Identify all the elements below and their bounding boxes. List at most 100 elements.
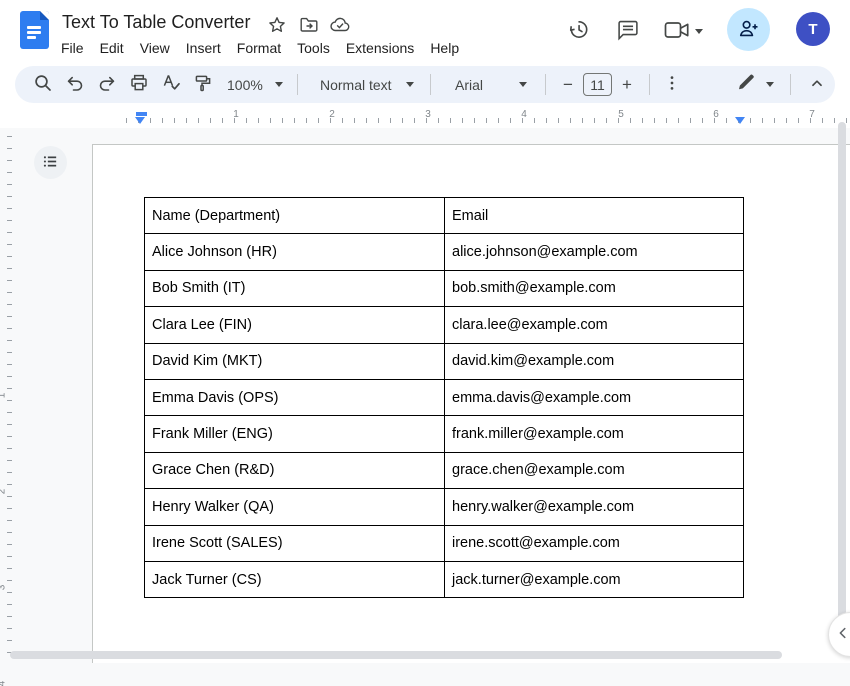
docs-logo-icon[interactable] (20, 11, 49, 49)
comment-icon (617, 19, 639, 44)
menu-tools[interactable]: Tools (289, 38, 338, 58)
comments-button[interactable] (612, 16, 644, 46)
menu-file[interactable]: File (53, 38, 92, 58)
folder-move-icon (299, 15, 319, 38)
ruler-number: 3 (422, 109, 434, 120)
document-status-button[interactable] (328, 14, 352, 38)
table-row: Clara Lee (FIN) clara.lee@example.com (145, 307, 744, 343)
cell-name[interactable]: Alice Johnson (HR) (145, 234, 445, 270)
paint-format-button[interactable] (189, 71, 217, 99)
ruler-number: 2 (0, 489, 7, 495)
cell-email[interactable]: clara.lee@example.com (445, 307, 744, 343)
hide-menus-button[interactable] (803, 71, 831, 99)
document-table: Name (Department) Email Alice Johnson (H… (144, 197, 744, 598)
document-outline-icon (42, 153, 59, 173)
paragraph-style-select[interactable]: Normal text (312, 77, 418, 93)
spellcheck-icon (161, 73, 181, 96)
move-button[interactable] (297, 14, 321, 38)
toolbar-divider (297, 74, 298, 95)
logo-line (27, 36, 36, 39)
menu-view[interactable]: View (132, 38, 178, 58)
chevron-down-icon (275, 82, 283, 87)
cell-name[interactable]: Irene Scott (SALES) (145, 525, 445, 561)
toolbar-divider (430, 74, 431, 95)
increase-font-size-button[interactable]: + (615, 72, 639, 98)
toolbar: 100% Normal text Arial − + (15, 66, 835, 103)
table-row: Grace Chen (R&D) grace.chen@example.com (145, 452, 744, 488)
cell-email[interactable]: frank.miller@example.com (445, 416, 744, 452)
version-history-button[interactable] (562, 16, 594, 46)
pencil-icon (736, 72, 756, 97)
document-page[interactable]: Name (Department) Email Alice Johnson (H… (92, 144, 850, 663)
cell-email[interactable]: david.kim@example.com (445, 343, 744, 379)
redo-button[interactable] (93, 71, 121, 99)
account-avatar[interactable]: T (796, 12, 830, 46)
table-row: Irene Scott (SALES) irene.scott@example.… (145, 525, 744, 561)
cell-email[interactable]: emma.davis@example.com (445, 379, 744, 415)
cell-email[interactable]: henry.walker@example.com (445, 489, 744, 525)
logo-line (27, 31, 41, 34)
cell-name[interactable]: Grace Chen (R&D) (145, 452, 445, 488)
ruler-number: 4 (0, 681, 7, 686)
table-row: Henry Walker (QA) henry.walker@example.c… (145, 489, 744, 525)
right-indent-marker[interactable] (735, 117, 745, 124)
menu-help[interactable]: Help (422, 38, 467, 58)
vertical-scrollbar[interactable] (838, 122, 846, 638)
left-indent-marker[interactable] (135, 117, 145, 124)
font-family-select[interactable]: Arial (445, 77, 533, 93)
print-button[interactable] (125, 71, 153, 99)
chevron-down-icon (406, 82, 414, 87)
zoom-select[interactable]: 100% (227, 77, 287, 93)
document-title[interactable]: Text To Table Converter (62, 12, 250, 33)
decrease-font-size-button[interactable]: − (556, 72, 580, 98)
editing-mode-select[interactable] (736, 72, 774, 97)
meet-button[interactable] (660, 16, 706, 46)
paint-roller-icon (193, 73, 213, 96)
spellcheck-button[interactable] (157, 71, 185, 99)
table-row: David Kim (MKT) david.kim@example.com (145, 343, 744, 379)
star-icon (267, 15, 287, 38)
menu-extensions[interactable]: Extensions (338, 38, 422, 58)
more-toolbar-options-button[interactable] (658, 71, 686, 99)
ruler-number: 1 (230, 109, 242, 120)
cell-email[interactable]: irene.scott@example.com (445, 525, 744, 561)
ruler-number: 7 (806, 109, 818, 120)
cell-email[interactable]: grace.chen@example.com (445, 452, 744, 488)
ruler-number: 1 (0, 393, 7, 399)
menu-insert[interactable]: Insert (178, 38, 229, 58)
header-cell-name[interactable]: Name (Department) (145, 198, 445, 234)
show-document-outline-button[interactable] (34, 146, 67, 179)
video-camera-icon (664, 20, 690, 43)
cloud-check-icon (329, 15, 351, 38)
cell-name[interactable]: Henry Walker (QA) (145, 489, 445, 525)
paragraph-style-value: Normal text (320, 77, 392, 93)
avatar-letter: T (808, 21, 817, 38)
person-add-icon (737, 17, 760, 43)
star-button[interactable] (265, 14, 289, 38)
font-size-input[interactable] (583, 73, 612, 96)
horizontal-scrollbar[interactable] (10, 651, 782, 659)
first-line-indent-marker[interactable] (136, 112, 147, 116)
font-family-value: Arial (455, 77, 483, 93)
search-icon (33, 73, 53, 96)
cell-name[interactable]: Jack Turner (CS) (145, 561, 445, 597)
undo-button[interactable] (61, 71, 89, 99)
cell-email[interactable]: bob.smith@example.com (445, 270, 744, 306)
cell-name[interactable]: David Kim (MKT) (145, 343, 445, 379)
ruler-number: 4 (518, 109, 530, 120)
cell-name[interactable]: Emma Davis (OPS) (145, 379, 445, 415)
cell-email[interactable]: jack.turner@example.com (445, 561, 744, 597)
ruler-ticks (7, 136, 12, 663)
header-cell-email[interactable]: Email (445, 198, 744, 234)
table-row: Jack Turner (CS) jack.turner@example.com (145, 561, 744, 597)
cell-name[interactable]: Bob Smith (IT) (145, 270, 445, 306)
cell-name[interactable]: Clara Lee (FIN) (145, 307, 445, 343)
cell-email[interactable]: alice.johnson@example.com (445, 234, 744, 270)
chevron-down-icon (695, 29, 703, 34)
menu-format[interactable]: Format (229, 38, 289, 58)
menu-edit[interactable]: Edit (92, 38, 132, 58)
cell-name[interactable]: Frank Miller (ENG) (145, 416, 445, 452)
search-menus-button[interactable] (29, 71, 57, 99)
chevron-down-icon (519, 82, 527, 87)
share-button[interactable] (727, 8, 770, 51)
